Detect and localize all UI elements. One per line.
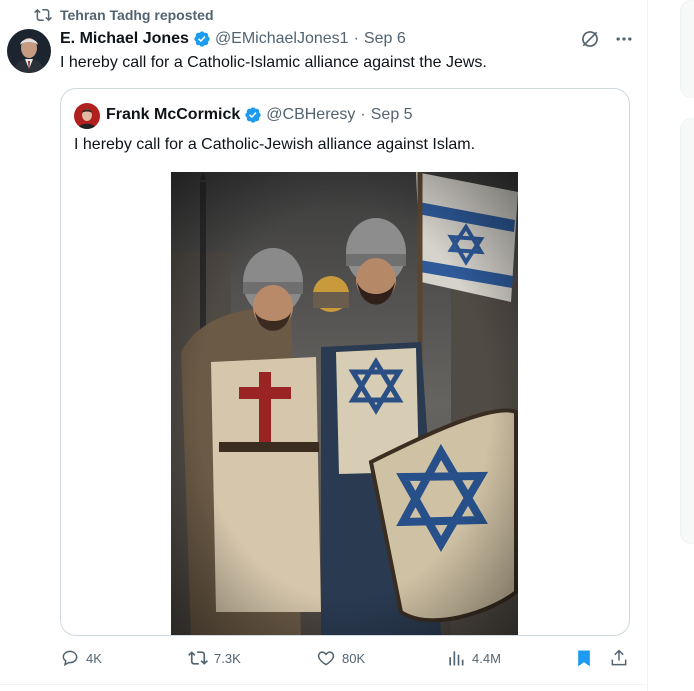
bookmark-icon <box>578 650 590 667</box>
more-options-icon[interactable] <box>614 29 634 49</box>
quoted-tweet[interactable]: Frank McCormick @CBHeresy · Sep 5 I here… <box>60 88 630 636</box>
author-avatar[interactable] <box>7 29 51 73</box>
timeline-column: Tehran Tadhg reposted E. Michael Jones @… <box>0 0 648 691</box>
quote-date[interactable]: Sep 5 <box>371 106 413 124</box>
repost-icon <box>34 8 52 22</box>
quote-author-handle[interactable]: @CBHeresy <box>266 106 355 124</box>
repost-text: Tehran Tadhg reposted <box>60 7 214 23</box>
repost-button[interactable]: 7.3K <box>188 648 241 668</box>
like-button[interactable]: 80K <box>316 648 365 668</box>
like-count: 80K <box>342 650 366 666</box>
author-handle[interactable]: @EMichaelJones1 <box>215 30 349 48</box>
verified-badge-icon <box>194 31 210 47</box>
quote-header: Frank McCormick @CBHeresy · Sep 5 <box>106 106 413 124</box>
quote-media-image[interactable] <box>171 172 518 635</box>
sidebar-card <box>680 118 694 544</box>
views-button[interactable]: 4.4M <box>446 648 501 668</box>
quote-author-name[interactable]: Frank McCormick <box>106 106 240 124</box>
separator-dot: · <box>353 30 359 47</box>
heart-icon <box>317 651 335 666</box>
repost-icon <box>188 651 208 665</box>
tweet-text: I hereby call for a Catholic-Islamic all… <box>60 54 487 71</box>
quote-author-avatar[interactable] <box>74 103 100 129</box>
verified-badge-icon <box>245 107 261 123</box>
sidebar-card <box>680 0 694 98</box>
share-icon <box>611 649 627 666</box>
repost-count: 7.3K <box>214 650 241 666</box>
reply-button[interactable]: 4K <box>60 648 102 668</box>
views-chart-icon <box>449 651 464 666</box>
divider <box>0 684 647 685</box>
views-count: 4.4M <box>472 650 501 666</box>
bookmark-button[interactable] <box>574 648 594 668</box>
share-button[interactable] <box>609 648 629 668</box>
repost-indicator[interactable]: Tehran Tadhg reposted <box>34 6 214 24</box>
tweet-date[interactable]: Sep 6 <box>364 30 406 48</box>
tweet-header: E. Michael Jones @EMichaelJones1 · Sep 6 <box>60 29 406 49</box>
quote-text: I hereby call for a Catholic-Jewish alli… <box>74 136 476 153</box>
reply-icon <box>62 650 78 667</box>
grok-icon[interactable] <box>580 29 600 49</box>
tweet-action-bar: 4K 7.3K 80K 4.4M <box>60 648 632 672</box>
tweet-top-actions <box>580 29 634 49</box>
separator-dot: · <box>360 106 366 123</box>
author-name[interactable]: E. Michael Jones <box>60 30 189 48</box>
reply-count: 4K <box>86 650 102 666</box>
